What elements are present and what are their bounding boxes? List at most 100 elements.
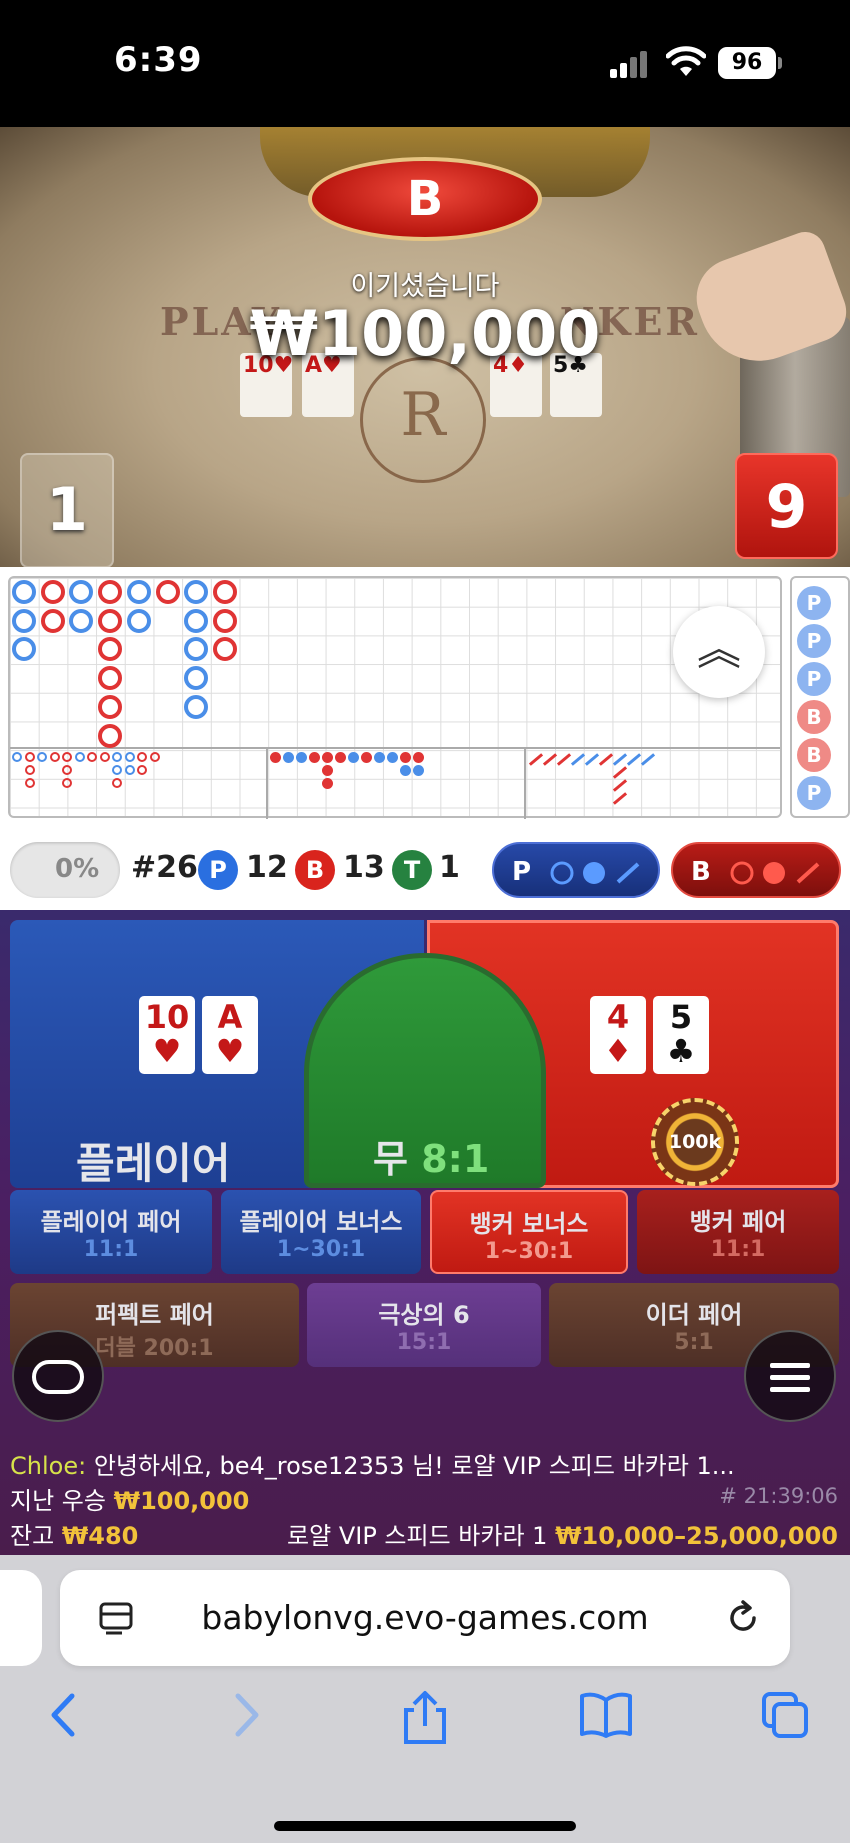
big-eye-mark: [112, 752, 122, 762]
reload-icon[interactable]: [724, 1599, 762, 1637]
small-road-mark: [361, 752, 372, 763]
tie-bet-spot[interactable]: 무 8:1: [304, 953, 546, 1188]
bead-road-mark: [126, 608, 151, 633]
big-eye-mark: [62, 752, 72, 762]
small-road-mark: [374, 752, 385, 763]
last-win: 지난 우승 ₩100,000: [10, 1481, 249, 1516]
big-eye-mark: [49, 752, 60, 762]
bead-road-mark: [98, 666, 123, 691]
prediction-column: PPPBBP: [790, 576, 850, 818]
bead-road-mark: [98, 637, 123, 662]
roadmap-grid[interactable]: [8, 576, 782, 819]
big-eye-mark: [74, 752, 85, 762]
cockroach-road-mark: [612, 753, 628, 766]
cockroach-road-mark: [556, 753, 572, 766]
chat-button[interactable]: [12, 1330, 104, 1422]
prediction-item: P: [797, 586, 831, 620]
table-name: 로얄 VIP 스피드 바카라 1: [287, 1522, 548, 1550]
share-icon[interactable]: [400, 1690, 450, 1746]
bet-chip: 100k: [651, 1098, 739, 1186]
small-road-mark: [387, 752, 398, 763]
bead-road-mark: [184, 637, 209, 662]
prediction-item: B: [797, 738, 831, 772]
small-road-mark: [270, 752, 281, 763]
previous-tab[interactable]: [0, 1570, 42, 1666]
big-eye-mark: [112, 778, 122, 788]
forward-icon[interactable]: [226, 1690, 266, 1740]
balance-amount: ₩480: [61, 1522, 139, 1550]
cockroach-road-mark: [584, 753, 600, 766]
prediction-item: B: [797, 700, 831, 734]
predict-symbols-icon: [550, 861, 640, 884]
stats-bar: 0% #26 P 12 B 13 T 1 P B: [0, 830, 850, 910]
table-info: 로얄 VIP 스피드 바카라 1 ₩10,000–25,000,000: [287, 1516, 838, 1551]
big-eye-mark: [112, 765, 122, 775]
big-eye-mark: [62, 765, 72, 775]
clock: 6:39: [114, 40, 203, 80]
collapse-roadmap-button[interactable]: ︽: [673, 606, 765, 698]
small-road-mark: [296, 752, 307, 763]
cockroach-road-mark: [640, 753, 656, 766]
small-road-mark: [322, 765, 333, 776]
bead-road-mark: [98, 723, 123, 748]
banker-pair-bet[interactable]: 뱅커 페어 11:1: [637, 1190, 839, 1274]
bookmarks-icon[interactable]: [578, 1690, 634, 1740]
big-eye-mark: [99, 752, 110, 762]
address-bar[interactable]: babylonvg.evo-games.com: [60, 1570, 790, 1666]
bead-road-mark: [184, 580, 209, 604]
player-predict-label: P: [512, 857, 532, 887]
tabs-icon[interactable]: [760, 1690, 810, 1740]
big-eye-mark: [37, 752, 47, 762]
roadmap-divider: [266, 747, 268, 819]
chat-bubble-icon: [32, 1360, 84, 1394]
betting-area: 플레이어 무 8:1 10 ♥ A ♥ 4 ♦ 5 ♣ 100k 플레이어 페어 11:1…: [0, 910, 850, 1555]
roadmap-toggle[interactable]: 0%: [10, 842, 120, 898]
bead-road-mark: [126, 580, 151, 604]
tie-count-badge: T: [392, 850, 432, 890]
small-road-mark: [348, 752, 359, 763]
small-road-mark: [309, 752, 320, 763]
player-score: 1: [20, 453, 114, 568]
url-text: babylonvg.evo-games.com: [201, 1598, 649, 1637]
bead-road-mark: [155, 580, 180, 604]
tie-label: 무: [373, 1137, 408, 1181]
cockroach-road-mark: [542, 753, 558, 766]
bead-road-mark: [212, 608, 237, 633]
small-road-mark: [335, 752, 346, 763]
banker-bonus-bet[interactable]: 뱅커 보너스 1~30:1: [430, 1190, 628, 1274]
hamburger-menu-icon: [770, 1363, 810, 1392]
player-bonus-bet[interactable]: 플레이어 보너스 1~30:1: [221, 1190, 421, 1274]
back-icon[interactable]: [44, 1690, 84, 1740]
banker-predict-label: B: [691, 857, 711, 887]
cockroach-road-mark: [612, 792, 628, 805]
chat-message: Chloe: 안녕하세요, be4_rose12353 님! 로얄 VIP 스피…: [10, 1446, 735, 1481]
bead-road-mark: [12, 580, 36, 604]
big-eye-mark: [137, 752, 147, 762]
menu-button[interactable]: [744, 1330, 836, 1422]
bead-road-mark: [69, 608, 94, 633]
big-eye-mark: [24, 752, 35, 762]
super-six-bet[interactable]: 극상의 6 15:1: [307, 1283, 541, 1367]
player-count-badge: P: [198, 850, 238, 890]
roadmap-panel: ︽ PPPBBP: [0, 567, 850, 830]
player-card: A ♥: [202, 996, 258, 1074]
live-video[interactable]: PLAY NKER R 10♥ A♥ 4♦ 5♣ B 이기셨습니다 ₩100,00…: [0, 127, 850, 568]
cellular-signal-icon: [610, 50, 650, 78]
bead-road-mark: [98, 608, 123, 633]
player-pair-bet[interactable]: 플레이어 페어 11:1: [10, 1190, 212, 1274]
player-label: 플레이어: [76, 1139, 231, 1188]
small-road-mark: [322, 752, 333, 763]
player-card: 10 ♥: [139, 996, 195, 1074]
round-number: #26: [131, 850, 198, 885]
small-road-mark: [413, 765, 424, 776]
player-predict-button[interactable]: P: [492, 842, 660, 898]
small-road-mark: [322, 778, 333, 789]
bead-road-mark: [184, 694, 209, 719]
toggle-percent: 0%: [55, 854, 100, 884]
bead-road-mark: [184, 608, 209, 633]
banker-predict-button[interactable]: B: [671, 842, 841, 898]
bet-limits: ₩10,000–25,000,000: [555, 1522, 838, 1550]
big-eye-mark: [62, 778, 72, 788]
prediction-item: P: [797, 662, 831, 696]
chat-text: 안녕하세요, be4_rose12353 님! 로얄 VIP 스피드 바카라 1…: [93, 1452, 735, 1480]
